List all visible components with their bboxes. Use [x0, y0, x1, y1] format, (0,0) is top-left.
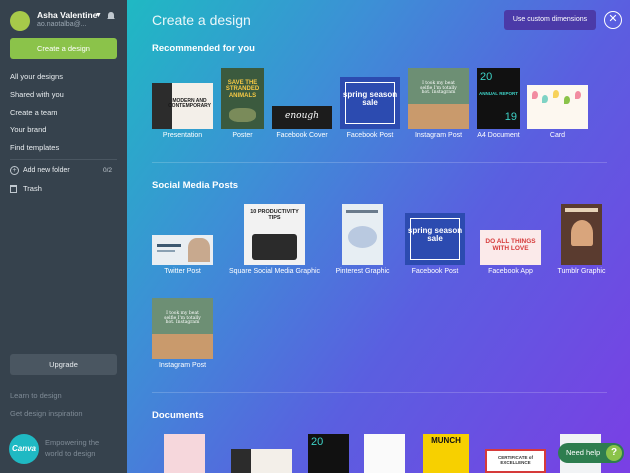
user-name: Asha Valentine	[37, 10, 98, 20]
folder-count: 0/2	[103, 167, 113, 174]
presentation-thumb: MODERN AND CONTEMPORARY	[152, 83, 213, 129]
avatar[interactable]	[10, 11, 30, 31]
user-email: ao.naotalba@...	[37, 21, 87, 28]
poster-thumb: SAVE THE STRANDED ANIMALS	[221, 68, 264, 129]
instagram-post-thumb: I took my beat selfie I'm totally hot. I…	[408, 68, 469, 129]
document-thumb[interactable]	[231, 449, 292, 473]
nav-all-designs[interactable]: All your designs	[10, 72, 63, 81]
a4-document-thumb: 20 ANNUAL REPORT 19	[477, 68, 520, 129]
instagram-post-2-thumb-text: I took my beat selfie I'm totally hot. I…	[164, 311, 201, 326]
tumblr-graphic-thumb	[561, 204, 602, 265]
doc-certificate-text: CERTIFICATE of EXCELLENCE	[498, 455, 533, 465]
bell-icon[interactable]	[106, 11, 116, 21]
template-label: Facebook App	[488, 268, 533, 275]
section-divider	[152, 162, 607, 163]
add-folder-button[interactable]: + Add new folder 0/2	[10, 166, 117, 178]
tagline: Empowering the world to design	[45, 438, 100, 458]
facebook-post-2-thumb-text: spring season sale	[407, 226, 463, 244]
canva-logo: Canva	[9, 434, 39, 464]
template-label: A4 Document	[477, 132, 520, 139]
template-label: Poster	[232, 132, 253, 139]
nav-create-team[interactable]: Create a team	[10, 108, 58, 117]
template-label: Card	[549, 132, 566, 139]
add-folder-label: Add new folder	[23, 167, 70, 174]
facebook-app-thumb: DO ALL THINGS WITH LOVE	[480, 230, 541, 265]
facebook-post-thumb-text: spring season sale	[342, 90, 398, 108]
trash-icon	[10, 185, 17, 193]
poster-thumb-text: SAVE THE STRANDED ANIMALS	[225, 80, 260, 99]
facebook-cover-thumb: enough	[272, 106, 332, 129]
a4-bot-text: 19	[504, 111, 517, 123]
section-heading-recommended: Recommended for you	[152, 43, 255, 54]
facebook-cover-thumb-text: enough	[285, 111, 319, 121]
a4-mid-text: ANNUAL REPORT	[479, 91, 518, 96]
custom-dimensions-button[interactable]: Use custom dimensions	[504, 10, 596, 30]
plus-icon: +	[10, 166, 19, 175]
section-heading-documents: Documents	[152, 410, 204, 421]
divider	[10, 159, 117, 160]
template-label: Tumblr Graphic	[557, 268, 606, 275]
instagram-post-thumb-text: I took my beat selfie I'm totally hot. I…	[420, 81, 457, 96]
card-thumb	[527, 85, 588, 129]
trash-label: Trash	[23, 184, 42, 193]
help-label: Need help	[566, 448, 601, 457]
sidebar: Asha Valentine ao.naotalba@... ▼ Create …	[0, 0, 127, 473]
template-label: Facebook Post	[411, 268, 459, 275]
learn-link[interactable]: Learn to design	[10, 391, 62, 400]
template-label: Twitter Post	[164, 268, 201, 275]
template-label: Instagram Post	[158, 362, 207, 369]
doc-a4-text: 20	[311, 436, 324, 448]
help-button[interactable]: Need help ?	[558, 443, 624, 463]
square-social-thumb-text: 10 PRODUCTIVITY TIPS	[250, 209, 299, 221]
nav-your-brand[interactable]: Your brand	[10, 125, 46, 134]
template-label: Presentation	[162, 132, 203, 139]
question-icon: ?	[606, 445, 622, 461]
nav-find-templates[interactable]: Find templates	[10, 143, 59, 152]
close-icon[interactable]: ✕	[604, 11, 622, 29]
document-thumb[interactable]	[164, 434, 205, 473]
square-social-thumb: 10 PRODUCTIVITY TIPS	[244, 204, 305, 265]
document-thumb[interactable]: CERTIFICATE of EXCELLENCE	[485, 449, 546, 473]
doc-munch-text: MUNCH	[431, 436, 461, 445]
document-thumb[interactable]: MUNCH	[423, 434, 469, 473]
presentation-thumb-text: MODERN AND CONTEMPORARY	[168, 98, 211, 110]
nav-shared[interactable]: Shared with you	[10, 90, 64, 99]
template-label: Instagram Post	[414, 132, 463, 139]
profile-menu[interactable]: Asha Valentine ao.naotalba@... ▼	[10, 9, 120, 33]
page-title: Create a design	[152, 12, 251, 28]
facebook-post-2-thumb: spring season sale	[405, 213, 465, 265]
a4-top-text: 20	[480, 71, 493, 83]
section-divider	[152, 392, 607, 393]
twitter-post-thumb	[152, 235, 213, 265]
instagram-post-2-thumb: I took my beat selfie I'm totally hot. I…	[152, 298, 213, 359]
create-design-button[interactable]: Create a design	[10, 38, 117, 59]
template-label: Pinterest Graphic	[335, 268, 390, 275]
section-heading-social: Social Media Posts	[152, 180, 239, 191]
template-label: Square Social Media Graphic	[228, 268, 321, 275]
document-thumb[interactable]	[364, 434, 405, 473]
pinterest-graphic-thumb	[342, 204, 383, 265]
facebook-post-thumb: spring season sale	[340, 77, 400, 129]
inspiration-link[interactable]: Get design inspiration	[10, 409, 83, 418]
document-thumb[interactable]: 20	[308, 434, 349, 473]
create-design-panel: Create a design Use custom dimensions ✕ …	[127, 0, 630, 473]
chevron-down-icon[interactable]: ▼	[95, 12, 102, 19]
template-label: Facebook Post	[346, 132, 394, 139]
facebook-app-thumb-text: DO ALL THINGS WITH LOVE	[485, 238, 536, 252]
upgrade-button[interactable]: Upgrade	[10, 354, 117, 375]
template-label: Facebook Cover	[276, 132, 328, 139]
